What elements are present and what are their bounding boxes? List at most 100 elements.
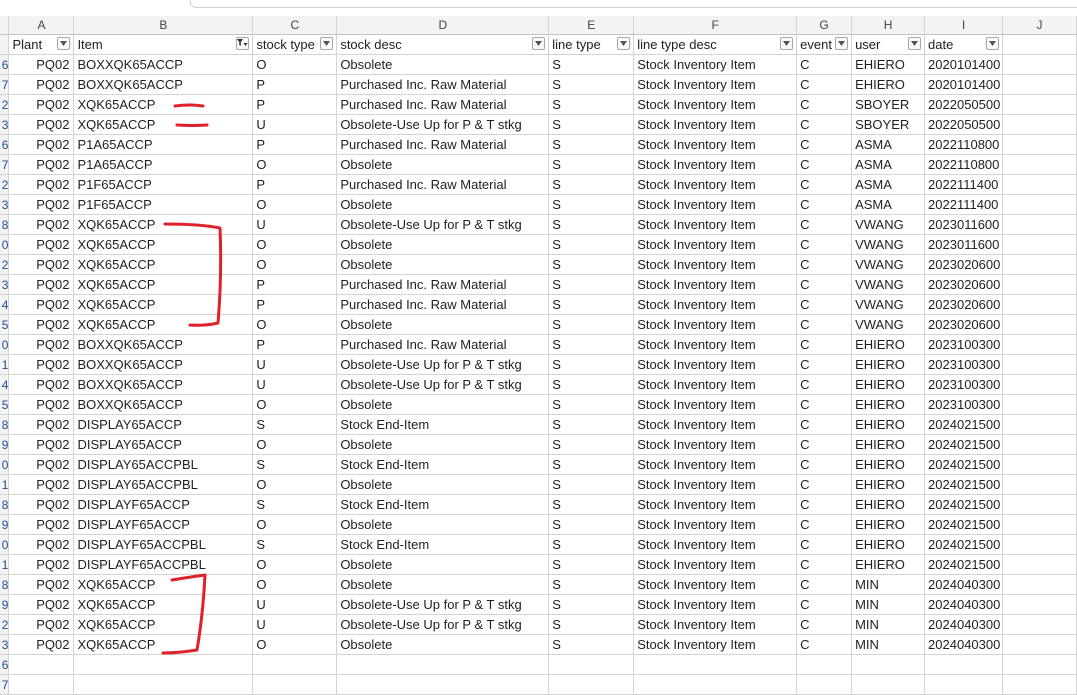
stock-desc-cell[interactable]: Obsolete <box>336 154 550 175</box>
cell[interactable] <box>1002 554 1077 575</box>
cell[interactable] <box>336 674 550 695</box>
plant-cell[interactable]: PQ02 <box>8 314 75 335</box>
row-number[interactable]: 8 <box>0 414 10 435</box>
stock-desc-cell[interactable]: Obsolete <box>336 474 550 495</box>
line-type-desc-cell[interactable]: Stock Inventory Item <box>633 254 798 275</box>
stock-desc-cell[interactable]: Stock End-Item <box>336 534 550 555</box>
date-cell[interactable]: 2023100300 <box>924 374 1004 395</box>
line-type-cell[interactable]: S <box>548 554 635 575</box>
user-cell[interactable]: EHIERO <box>851 494 926 515</box>
stock-type-cell[interactable]: S <box>252 454 338 475</box>
stock-type-cell[interactable]: P <box>252 174 338 195</box>
column-header-a[interactable]: A <box>8 16 75 35</box>
line-type-desc-cell[interactable]: Stock Inventory Item <box>633 334 798 355</box>
cell[interactable] <box>8 654 75 675</box>
cell[interactable] <box>851 654 926 675</box>
row-number[interactable]: 7 <box>0 154 10 175</box>
line-type-desc-cell[interactable]: Stock Inventory Item <box>633 214 798 235</box>
item-cell[interactable]: XQK65ACCP <box>73 114 254 135</box>
item-cell[interactable]: BOXXQK65ACCP <box>73 374 254 395</box>
stock-type-cell[interactable]: O <box>252 54 338 75</box>
cell[interactable] <box>1002 614 1077 635</box>
dropdown-arrow-icon[interactable] <box>320 37 334 50</box>
stock-type-cell[interactable]: O <box>252 434 338 455</box>
cell[interactable] <box>851 674 926 695</box>
date-cell[interactable]: 2024040300 <box>924 594 1004 615</box>
item-cell[interactable]: XQK65ACCP <box>73 594 254 615</box>
stock-desc-cell[interactable]: Obsolete <box>336 234 550 255</box>
user-cell[interactable]: VWANG <box>851 254 926 275</box>
plant-cell[interactable]: PQ02 <box>8 474 75 495</box>
stock-desc-cell[interactable]: Purchased Inc. Raw Material <box>336 74 550 95</box>
line-type-desc-cell[interactable]: Stock Inventory Item <box>633 494 798 515</box>
item-cell[interactable]: BOXXQK65ACCP <box>73 394 254 415</box>
event-cell[interactable]: C <box>796 74 853 95</box>
date-cell[interactable]: 2024021500 <box>924 494 1004 515</box>
line-type-desc-cell[interactable]: Stock Inventory Item <box>633 414 798 435</box>
line-type-cell[interactable]: S <box>548 214 635 235</box>
user-cell[interactable]: SBOYER <box>851 94 926 115</box>
cell[interactable] <box>548 674 635 695</box>
stock-desc-cell[interactable]: Obsolete <box>336 554 550 575</box>
date-cell[interactable]: 2023020600 <box>924 274 1004 295</box>
stock-desc-cell[interactable]: Obsolete <box>336 314 550 335</box>
item-cell[interactable]: BOXXQK65ACCP <box>73 354 254 375</box>
stock-desc-cell[interactable]: Obsolete-Use Up for P & T stkg <box>336 114 550 135</box>
item-cell[interactable]: XQK65ACCP <box>73 614 254 635</box>
date-cell[interactable]: 2020101400 <box>924 74 1004 95</box>
line-type-desc-cell[interactable]: Stock Inventory Item <box>633 174 798 195</box>
date-cell[interactable]: 2023020600 <box>924 254 1004 275</box>
dropdown-arrow-icon[interactable] <box>617 37 631 50</box>
event-cell[interactable]: C <box>796 354 853 375</box>
item-cell[interactable]: XQK65ACCP <box>73 254 254 275</box>
cell[interactable] <box>73 654 254 675</box>
cell[interactable] <box>1002 434 1077 455</box>
user-cell[interactable]: ASMA <box>851 134 926 155</box>
date-cell[interactable]: 2023020600 <box>924 314 1004 335</box>
line-type-desc-cell[interactable]: Stock Inventory Item <box>633 294 798 315</box>
stock-type-cell[interactable]: P <box>252 74 338 95</box>
stock-type-cell[interactable]: P <box>252 334 338 355</box>
column-header-j[interactable]: J <box>1002 16 1077 35</box>
stock-desc-cell[interactable]: Obsolete-Use Up for P & T stkg <box>336 374 550 395</box>
cell[interactable] <box>1002 394 1077 415</box>
user-cell[interactable]: EHIERO <box>851 534 926 555</box>
row-number[interactable]: 2 <box>0 174 10 195</box>
column-header-d[interactable]: D <box>336 16 550 35</box>
cell[interactable] <box>1002 34 1077 55</box>
line-type-desc-cell[interactable]: Stock Inventory Item <box>633 614 798 635</box>
plant-cell[interactable]: PQ02 <box>8 234 75 255</box>
plant-cell[interactable]: PQ02 <box>8 334 75 355</box>
column-header-i[interactable]: I <box>924 16 1004 35</box>
line-type-desc-cell[interactable]: Stock Inventory Item <box>633 474 798 495</box>
cell[interactable] <box>8 674 75 695</box>
user-cell[interactable]: EHIERO <box>851 414 926 435</box>
cell[interactable] <box>1002 454 1077 475</box>
line-type-desc-cell[interactable]: Stock Inventory Item <box>633 634 798 655</box>
plant-cell[interactable]: PQ02 <box>8 274 75 295</box>
cell[interactable] <box>1002 494 1077 515</box>
row-number[interactable]: 3 <box>0 274 10 295</box>
header-cell-date[interactable]: date <box>924 34 1004 55</box>
stock-desc-cell[interactable]: Purchased Inc. Raw Material <box>336 134 550 155</box>
row-number[interactable]: 8 <box>0 574 10 595</box>
row-number[interactable]: 9 <box>0 434 10 455</box>
cell[interactable] <box>1002 174 1077 195</box>
user-cell[interactable]: MIN <box>851 594 926 615</box>
stock-desc-cell[interactable]: Purchased Inc. Raw Material <box>336 174 550 195</box>
filter-funnel-icon[interactable] <box>236 37 250 50</box>
stock-type-cell[interactable]: O <box>252 554 338 575</box>
stock-desc-cell[interactable]: Obsolete <box>336 394 550 415</box>
user-cell[interactable]: EHIERO <box>851 514 926 535</box>
event-cell[interactable]: C <box>796 614 853 635</box>
item-cell[interactable]: DISPLAY65ACCP <box>73 414 254 435</box>
plant-cell[interactable]: PQ02 <box>8 634 75 655</box>
line-type-cell[interactable]: S <box>548 314 635 335</box>
plant-cell[interactable]: PQ02 <box>8 554 75 575</box>
stock-desc-cell[interactable]: Obsolete-Use Up for P & T stkg <box>336 354 550 375</box>
cell[interactable] <box>1002 114 1077 135</box>
user-cell[interactable]: SBOYER <box>851 114 926 135</box>
cell[interactable] <box>796 674 853 695</box>
event-cell[interactable]: C <box>796 454 853 475</box>
stock-desc-cell[interactable]: Obsolete <box>336 574 550 595</box>
